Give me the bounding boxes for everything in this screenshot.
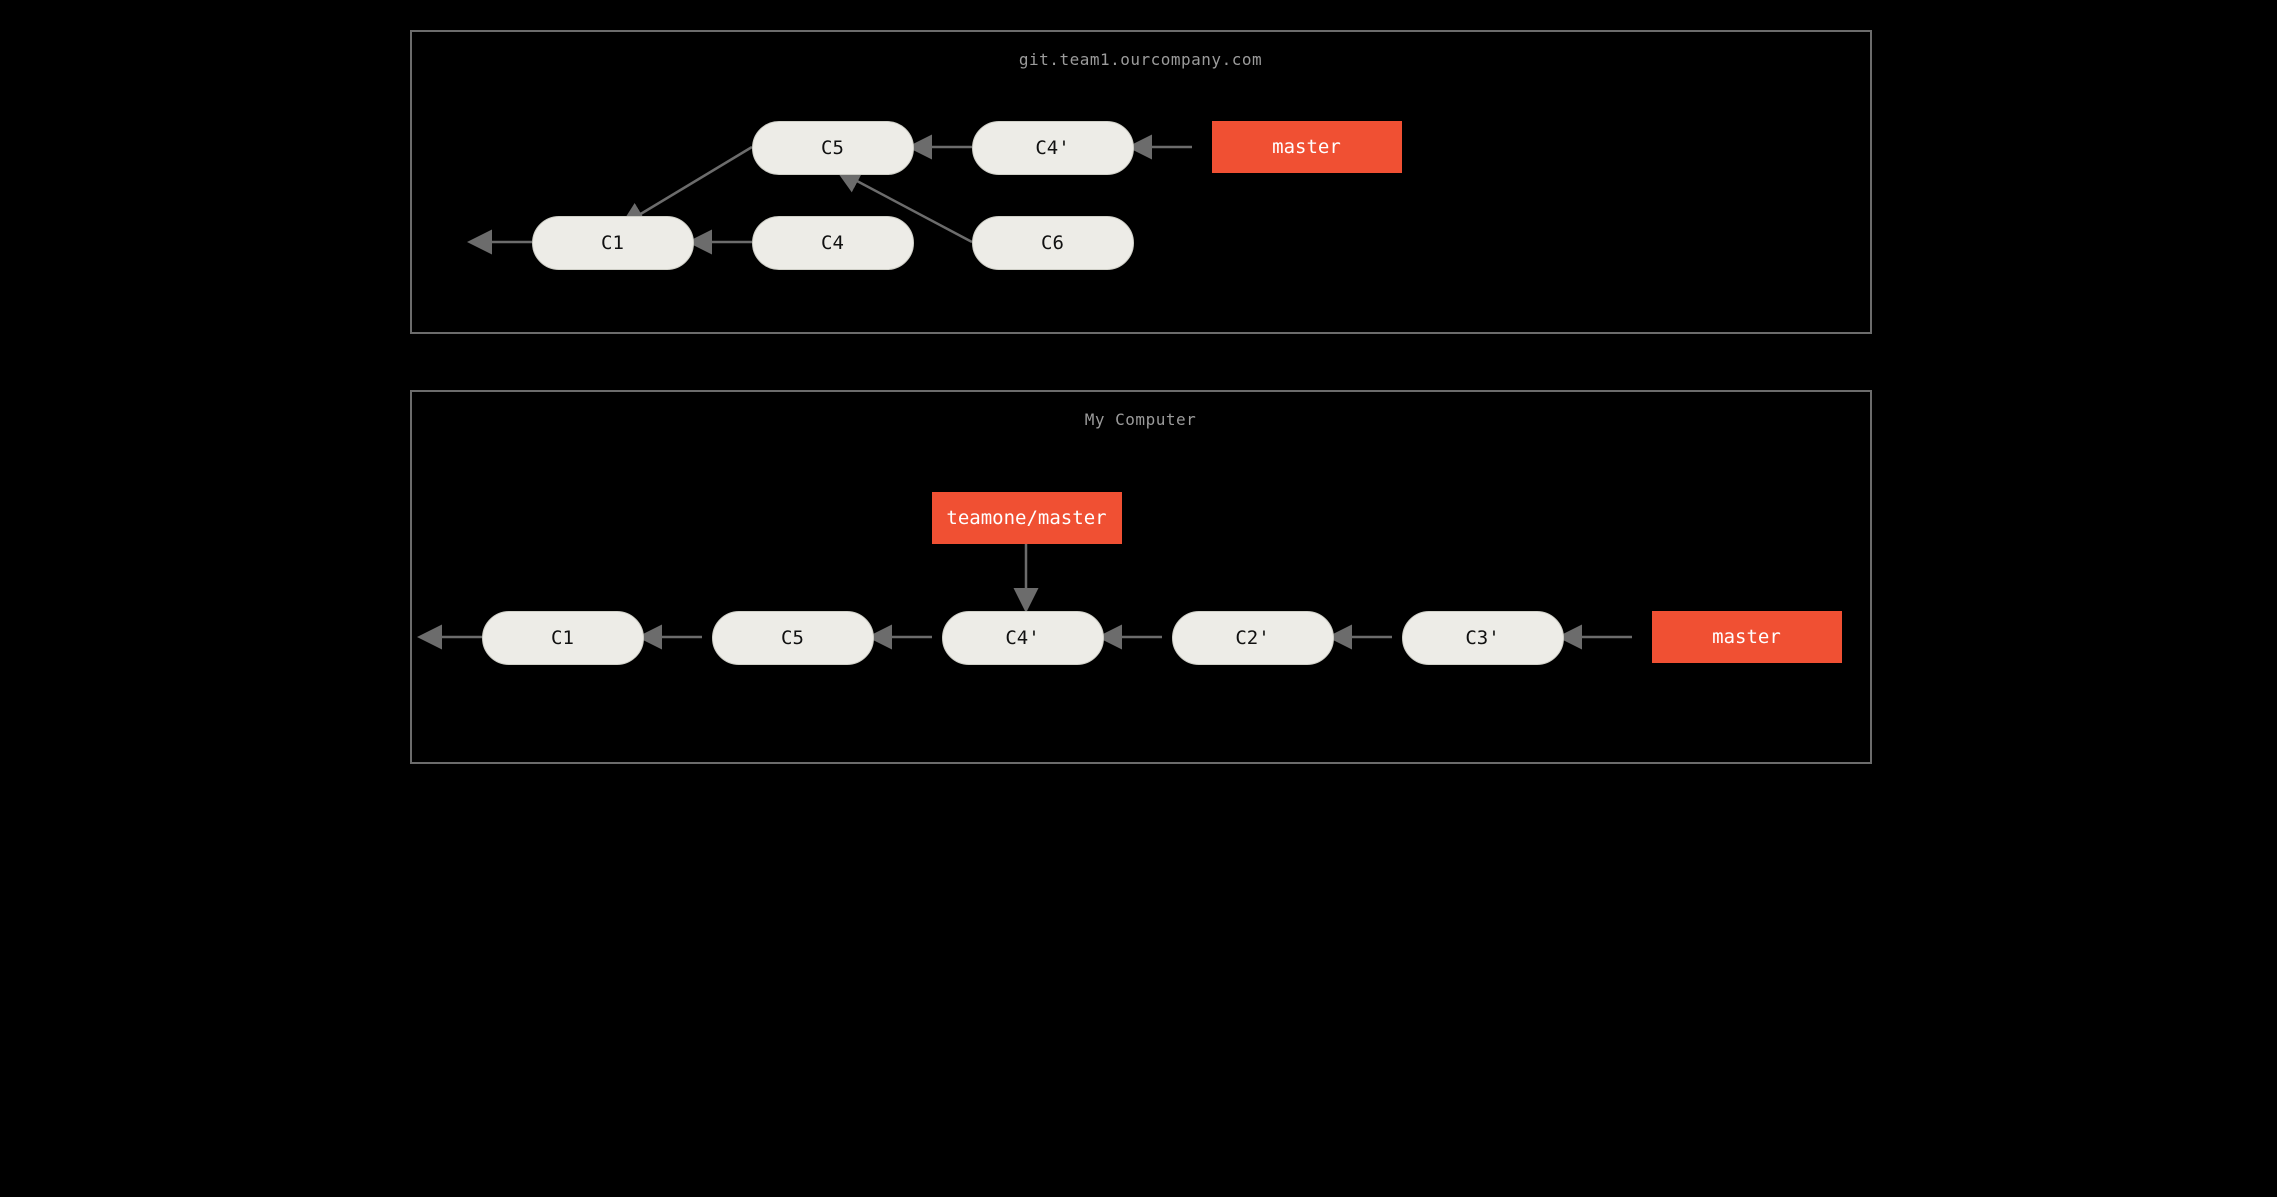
commit-remote-c6: C6 xyxy=(972,216,1134,270)
commit-remote-c4: C4 xyxy=(752,216,914,270)
commit-local-c2p: C2' xyxy=(1172,611,1334,665)
commit-local-c4p: C4' xyxy=(942,611,1104,665)
diagram-stage: git.team1.ourcompany.com C5 C4' C1 C4 C6… xyxy=(380,0,1898,790)
panel-remote: git.team1.ourcompany.com C5 C4' C1 C4 C6… xyxy=(410,30,1872,334)
branch-local-master: master xyxy=(1652,611,1842,663)
panel-local: My Computer teamone/master C1 C5 C4' C2'… xyxy=(410,390,1872,764)
branch-local-teamone: teamone/master xyxy=(932,492,1122,544)
arrows-local xyxy=(412,392,1870,762)
commit-local-c1: C1 xyxy=(482,611,644,665)
commit-local-c5: C5 xyxy=(712,611,874,665)
commit-remote-c1: C1 xyxy=(532,216,694,270)
panel-title-remote: git.team1.ourcompany.com xyxy=(412,50,1870,69)
commit-remote-c4p: C4' xyxy=(972,121,1134,175)
commit-local-c3p: C3' xyxy=(1402,611,1564,665)
arrows-remote xyxy=(412,32,1870,332)
branch-remote-master: master xyxy=(1212,121,1402,173)
commit-remote-c5: C5 xyxy=(752,121,914,175)
panel-title-local: My Computer xyxy=(412,410,1870,429)
